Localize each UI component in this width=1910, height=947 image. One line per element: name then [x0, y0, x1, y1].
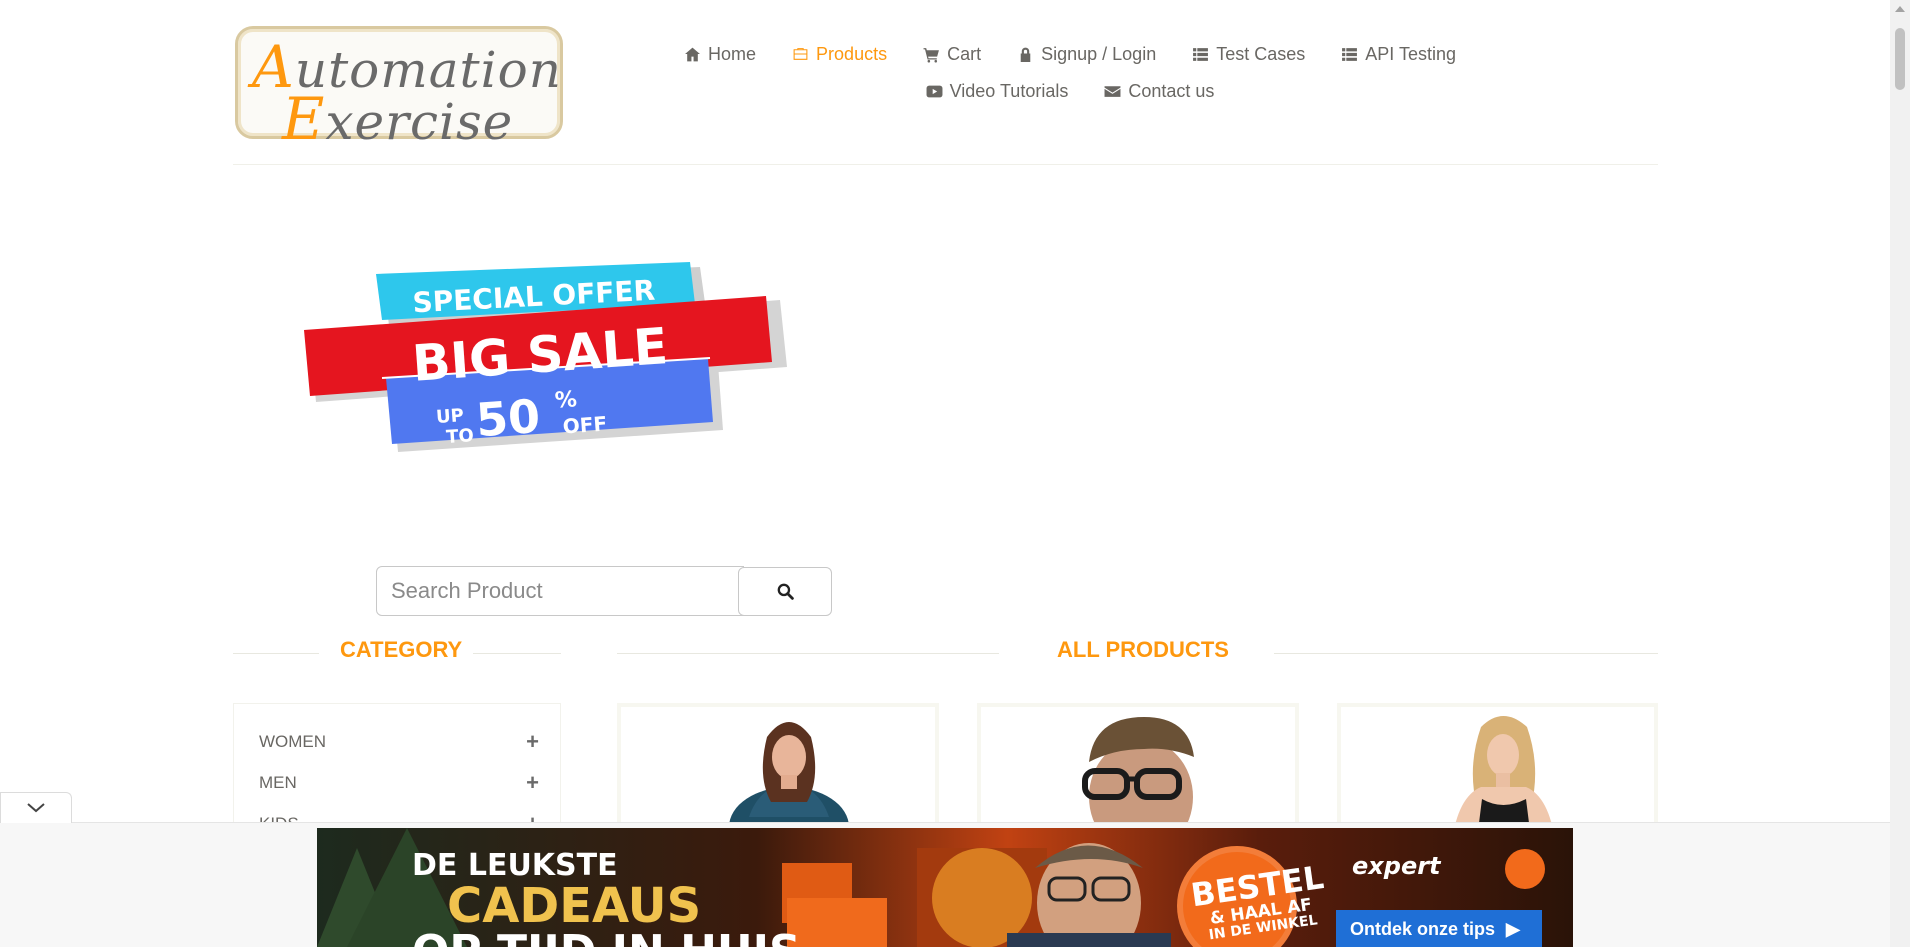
products-title-rule-left: [617, 653, 999, 654]
nav-cart-label: Cart: [947, 44, 982, 64]
category-item-men-label: MEN: [259, 773, 297, 792]
ad-cta-button[interactable]: Ontdek onze tips ▶: [1336, 910, 1542, 947]
products-icon: [793, 48, 808, 60]
category-title-rule-left: [233, 653, 319, 654]
nav-test-cases[interactable]: Test Cases: [1192, 44, 1305, 65]
play-icon: ▶: [1506, 919, 1520, 939]
logo-line-2: Exercise: [282, 85, 513, 153]
ad-collapse-button[interactable]: [0, 792, 72, 823]
nav-contact-us-label: Contact us: [1128, 81, 1215, 101]
scrollbar-thumb[interactable]: [1895, 28, 1905, 90]
search-product-input[interactable]: [376, 566, 744, 616]
plus-icon[interactable]: +: [526, 729, 539, 755]
category-title-rule-right: [473, 653, 561, 654]
nav-home[interactable]: Home: [684, 44, 756, 65]
page-viewport: Automation Exercise Home Products Cart S…: [0, 0, 1890, 947]
banner-off: OFF: [562, 411, 608, 438]
home-icon: [685, 47, 700, 62]
search-icon: [777, 583, 794, 600]
products-title-rule-right: [1274, 653, 1658, 654]
list-icon: [1193, 48, 1209, 61]
youtube-icon: [926, 85, 943, 98]
all-products-title: ALL PRODUCTS: [1057, 637, 1229, 662]
chevron-down-icon: [27, 803, 45, 813]
ad-banner[interactable]: DE LEUKSTE CADEAUS OP TIJD IN HUIS BESTE…: [317, 828, 1573, 947]
nav-test-cases-label: Test Cases: [1216, 44, 1306, 64]
main-nav: Home Products Cart Signup / Login Test C…: [685, 36, 1456, 110]
category-item-women-label: WOMEN: [259, 732, 327, 751]
nav-video-tutorials[interactable]: Video Tutorials: [926, 81, 1069, 102]
list-icon: [1342, 48, 1358, 61]
category-title: CATEGORY: [340, 637, 463, 662]
nav-products[interactable]: Products: [792, 44, 887, 65]
nav-video-tutorials-label: Video Tutorials: [949, 81, 1069, 101]
logo-rest-2: xercise: [325, 93, 514, 151]
nav-home-label: Home: [708, 44, 757, 64]
cart-icon: [923, 48, 940, 63]
nav-signup-login-label: Signup / Login: [1041, 44, 1157, 64]
scroll-up-arrow-icon[interactable]: [1895, 6, 1905, 12]
plus-icon[interactable]: +: [526, 770, 539, 796]
category-item-men[interactable]: MEN +: [259, 770, 539, 796]
nav-row-2: Video Tutorials Contact us: [730, 73, 1410, 110]
nav-row-1: Home Products Cart Signup / Login Test C…: [685, 36, 1456, 73]
nav-cart[interactable]: Cart: [923, 44, 981, 65]
nav-products-label: Products: [816, 44, 888, 64]
logo-cap-e: E: [282, 85, 326, 153]
banner-percent-sign: %: [554, 387, 578, 413]
banner-up: UP: [435, 405, 464, 428]
search-submit-button[interactable]: [738, 567, 832, 616]
nav-signup-login[interactable]: Signup / Login: [1017, 44, 1156, 65]
site-logo[interactable]: Automation Exercise: [235, 26, 563, 153]
nav-api-testing[interactable]: API Testing: [1341, 44, 1456, 65]
page-scrollbar[interactable]: [1890, 0, 1910, 947]
category-item-women[interactable]: WOMEN +: [259, 729, 539, 755]
ad-brand-name: expert: [1352, 852, 1441, 880]
ad-cta-label: Ontdek onze tips: [1350, 919, 1496, 939]
banner-percent-value: 50: [474, 389, 542, 447]
nav-api-testing-label: API Testing: [1365, 44, 1456, 64]
envelope-icon: [1104, 86, 1121, 97]
ad-brand-logo-icon: [1505, 849, 1545, 889]
banner-to: TO: [445, 425, 474, 448]
sale-banner-image: SPECIAL OFFER BIG SALE UP TO 50 % OFF: [304, 262, 787, 452]
nav-contact-us[interactable]: Contact us: [1104, 81, 1214, 102]
ad-headline-3: OP TIJD IN HUIS: [412, 926, 801, 947]
header-divider: [233, 164, 1658, 165]
lock-icon: [1020, 47, 1031, 62]
